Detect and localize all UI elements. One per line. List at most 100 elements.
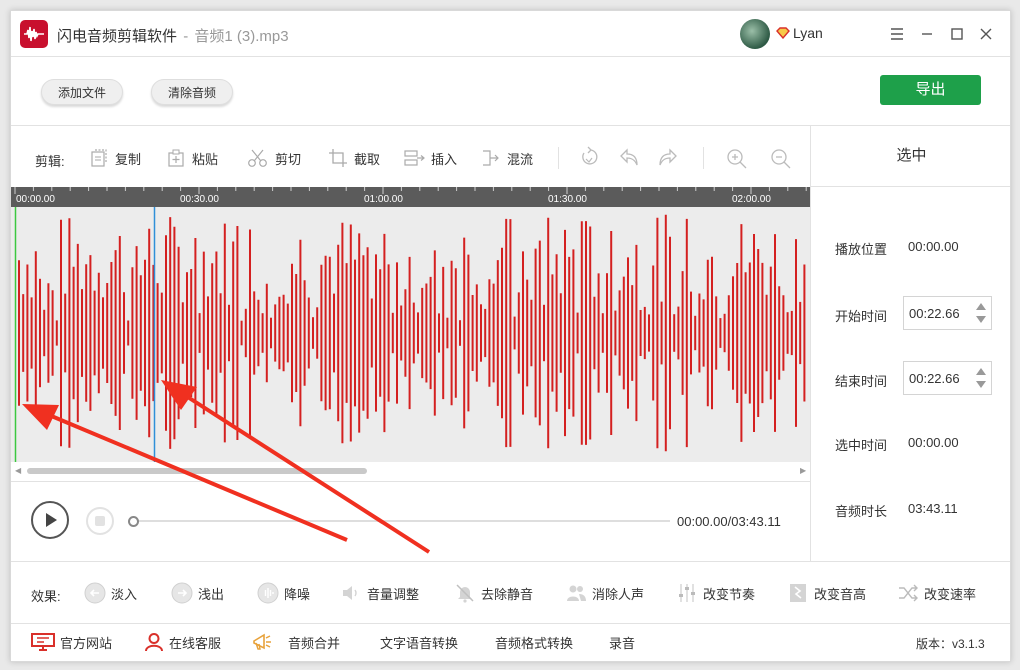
progress-knob[interactable] — [128, 516, 139, 527]
change-tempo-label: 改变节奏 — [703, 586, 756, 602]
end-time-label: 结束时间 — [835, 374, 888, 389]
copy-button[interactable]: 复制 — [89, 145, 141, 171]
mix-button[interactable]: 混流 — [481, 145, 533, 171]
add-file-button[interactable]: 添加文件 — [41, 79, 124, 105]
fade-out-label: 浅出 — [198, 586, 225, 602]
play-icon — [46, 513, 57, 527]
denoise-button[interactable]: 降噪 — [257, 582, 310, 604]
official-website-label: 官方网站 — [60, 635, 113, 651]
insert-button[interactable]: 插入 — [403, 145, 457, 171]
export-button[interactable]: 导出 — [880, 75, 981, 105]
online-service-link[interactable]: 在线客服 — [144, 632, 221, 652]
duration-label: 音频时长 — [835, 504, 888, 519]
play-button[interactable] — [31, 501, 69, 539]
crop-icon — [329, 149, 347, 167]
vip-diamond-icon — [776, 27, 790, 39]
remove-vocals-button[interactable]: 消除人声 — [565, 582, 644, 604]
volume-adjust-label: 音量调整 — [367, 586, 420, 602]
progress-track[interactable] — [134, 520, 670, 522]
paste-button[interactable]: 粘贴 — [166, 145, 218, 171]
minimize-icon[interactable] — [914, 21, 940, 47]
timeline-ruler[interactable]: 00:00.00 00:30.00 01:00.00 01:30.00 02:0… — [11, 187, 810, 207]
time-readout: 00:00.00/03:43.11 — [677, 514, 781, 529]
change-rate-button[interactable]: 改变速率 — [897, 582, 976, 604]
undo-icon[interactable] — [618, 146, 640, 170]
official-website-link[interactable]: 官方网站 — [31, 632, 112, 652]
change-pitch-label: 改变音高 — [814, 586, 867, 602]
scroll-right-icon[interactable]: ▶ — [800, 466, 806, 475]
user-name[interactable]: Lyan — [793, 25, 823, 41]
start-time-label: 开始时间 — [835, 309, 888, 324]
zoom-out-icon[interactable] — [770, 146, 792, 170]
divider — [11, 561, 1010, 562]
people-icon — [567, 585, 586, 601]
audio-merge-link[interactable]: 音频合并 — [251, 632, 340, 652]
mute-icon — [456, 584, 474, 603]
scroll-left-icon[interactable]: ◀ — [15, 466, 21, 475]
maximize-icon[interactable] — [944, 21, 970, 47]
tick-label: 00:00.00 — [16, 194, 55, 205]
record-link[interactable]: 录音 — [609, 632, 635, 652]
copy-icon — [91, 149, 107, 167]
change-rate-label: 改变速率 — [924, 586, 977, 602]
decrement-arrow-icon[interactable] — [976, 381, 986, 388]
scrollbar-thumb[interactable] — [27, 468, 367, 474]
cut-button[interactable]: 剪切 — [247, 145, 301, 171]
zoom-in-icon[interactable] — [726, 146, 748, 170]
fade-in-button[interactable]: 淡入 — [84, 582, 137, 604]
mix-icon — [483, 150, 499, 166]
paste-label: 粘贴 — [192, 151, 219, 167]
play-position-label: 播放位置 — [835, 242, 888, 257]
monitor-icon — [31, 633, 55, 651]
app-window: 闪电音频剪辑软件 - 音频1 (3).mp3 Lyan 添加文件 清除音频 导出… — [10, 10, 1011, 662]
end-time-spinner[interactable]: 00:22.66 — [903, 361, 992, 395]
selected-time-value: 00:00.00 — [908, 435, 959, 450]
increment-arrow-icon[interactable] — [976, 303, 986, 310]
remove-silence-label: 去除静音 — [481, 586, 534, 602]
record-label: 录音 — [609, 635, 636, 651]
format-convert-link[interactable]: 音频格式转换 — [495, 632, 573, 652]
change-pitch-button[interactable]: 改变音高 — [787, 582, 866, 604]
title-bar: 闪电音频剪辑软件 - 音频1 (3).mp3 Lyan — [11, 11, 1010, 57]
playback-progress[interactable] — [128, 516, 670, 527]
version-label: 版本：v3.1.3 — [916, 637, 985, 651]
horizontal-scrollbar[interactable]: ◀ ▶ — [11, 465, 810, 477]
increment-arrow-icon[interactable] — [976, 368, 986, 375]
toolbar-divider — [558, 147, 559, 169]
start-time-spinner[interactable]: 00:22.66 — [903, 296, 992, 330]
copy-label: 复制 — [115, 151, 142, 167]
ruler-ticks — [14, 187, 807, 194]
fade-in-icon — [84, 582, 106, 604]
avatar[interactable] — [740, 19, 770, 49]
tick-label: 01:30.00 — [548, 194, 587, 205]
stop-button[interactable] — [86, 507, 114, 535]
text-to-speech-link[interactable]: 文字语音转换 — [380, 632, 458, 652]
selected-time-label: 选中时间 — [835, 438, 888, 453]
start-time-value[interactable]: 00:22.66 — [909, 306, 960, 321]
end-time-value[interactable]: 00:22.66 — [909, 371, 960, 386]
redo-icon[interactable] — [657, 146, 679, 170]
menu-icon[interactable] — [884, 21, 910, 47]
app-logo-icon — [20, 20, 48, 48]
volume-adjust-button[interactable]: 音量调整 — [340, 582, 419, 604]
trim-label: 截取 — [354, 151, 381, 167]
mix-label: 混流 — [507, 151, 534, 167]
pitch-icon — [790, 584, 806, 602]
insert-label: 插入 — [431, 151, 458, 167]
fade-out-button[interactable]: 浅出 — [171, 582, 224, 604]
duration-value: 03:43.11 — [908, 501, 958, 516]
remove-silence-button[interactable]: 去除静音 — [454, 582, 533, 604]
decrement-arrow-icon[interactable] — [976, 316, 986, 323]
change-tempo-button[interactable]: 改变节奏 — [676, 582, 755, 604]
fade-out-icon — [171, 582, 193, 604]
user-support-icon — [145, 633, 163, 652]
trim-button[interactable]: 截取 — [328, 145, 380, 171]
waveform-canvas[interactable] — [11, 207, 810, 462]
window-title: 闪电音频剪辑软件 - 音频1 (3).mp3 — [57, 25, 289, 46]
clear-audio-button[interactable]: 清除音频 — [151, 79, 234, 105]
tick-label: 01:00.00 — [364, 194, 403, 205]
divider — [11, 623, 1010, 624]
app-name: 闪电音频剪辑软件 — [57, 28, 178, 45]
reset-icon[interactable] — [578, 146, 600, 170]
close-icon[interactable] — [973, 21, 999, 47]
